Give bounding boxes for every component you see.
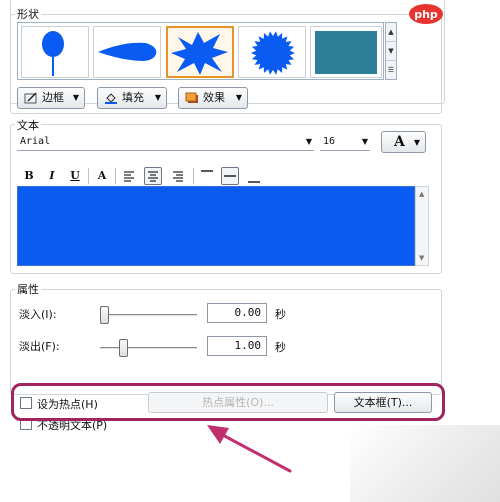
watermark-text: 中文网 xyxy=(447,4,489,20)
svg-text:php: php xyxy=(414,8,438,21)
blurred-corner xyxy=(350,425,500,502)
php-logo-icon: php xyxy=(409,4,443,24)
